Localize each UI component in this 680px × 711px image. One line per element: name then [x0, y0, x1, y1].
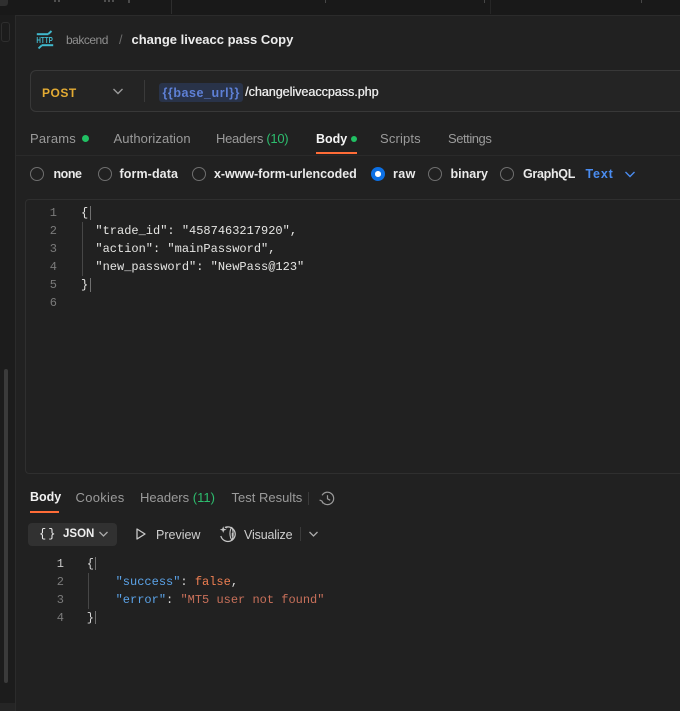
svg-text:HTTP: HTTP: [36, 36, 53, 45]
